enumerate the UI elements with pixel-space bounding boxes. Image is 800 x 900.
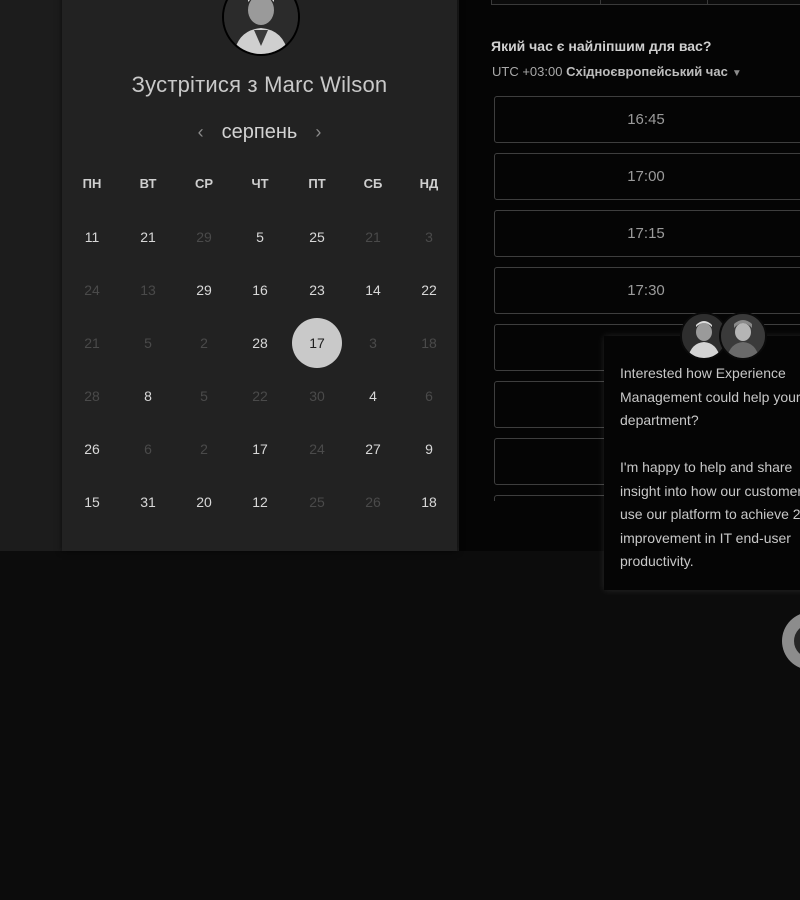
calendar-day[interactable]: 17 <box>235 424 285 474</box>
calendar-day[interactable]: 31 <box>123 477 173 527</box>
timezone-selector[interactable]: UTC +03:00 Східноєвропейський час ▼ <box>492 64 742 79</box>
calendar-day[interactable]: 23 <box>292 265 342 315</box>
calendar-day: 13 <box>140 282 156 298</box>
time-slot-label: 17:00 <box>627 168 665 185</box>
calendar-day: 5 <box>144 335 152 351</box>
tab-3[interactable] <box>707 0 800 5</box>
calendar-day[interactable]: 14 <box>348 265 398 315</box>
weekday-label: ПТ <box>308 176 326 191</box>
weekday-label: НД <box>419 176 439 191</box>
calendar-day: 6 <box>425 388 433 404</box>
time-slot-button[interactable]: 17:30 <box>494 267 800 314</box>
weekday-label: СР <box>194 176 214 191</box>
calendar-day: 6 <box>144 441 152 457</box>
calendar-day: 2 <box>200 335 208 351</box>
chat-launcher-button[interactable] <box>782 612 800 670</box>
chat-message: Interested how Experience Management cou… <box>620 365 800 569</box>
calendar-day[interactable]: 5 <box>235 212 285 262</box>
calendar-day: 28 <box>84 388 100 404</box>
calendar-day[interactable]: 18 <box>404 477 454 527</box>
meeting-title: Зустрітися з Marc Wilson <box>131 72 388 97</box>
agent-avatar-2 <box>719 312 767 360</box>
calendar-day: 21 <box>84 335 100 351</box>
calendar-day: 30 <box>309 388 325 404</box>
timezone-offset: UTC +03:00 <box>492 64 567 79</box>
calendar-day: 3 <box>369 335 377 351</box>
tab-1[interactable] <box>491 0 602 5</box>
calendar-day: 24 <box>84 282 100 298</box>
time-slot-button[interactable]: 16:45 <box>494 96 800 143</box>
calendar-day[interactable]: 28 <box>235 318 285 368</box>
calendar-day: 3 <box>425 229 433 245</box>
calendar-day[interactable]: 26 <box>67 424 117 474</box>
calendar-day[interactable]: 4 <box>348 371 398 421</box>
time-question: Який час є найліпшим для вас? <box>491 38 712 54</box>
calendar-day[interactable]: 16 <box>235 265 285 315</box>
calendar-day: 21 <box>365 229 381 245</box>
timezone-name: Східноєвропейський час <box>566 64 728 79</box>
calendar-day-selected[interactable]: 17 <box>292 318 342 368</box>
weekday-header: ПН ВТ СР ЧТ ПТ СБ НД <box>62 176 457 194</box>
weekday-label: ВТ <box>139 176 157 191</box>
calendar-day[interactable]: 22 <box>404 265 454 315</box>
calendar-day: 25 <box>309 494 325 510</box>
calendar-day: 2 <box>200 441 208 457</box>
month-label: серпень <box>221 120 298 143</box>
calendar-day[interactable]: 12 <box>235 477 285 527</box>
calendar-day: 22 <box>252 388 268 404</box>
calendar-day: 24 <box>309 441 325 457</box>
calendar-day[interactable]: 21 <box>123 212 173 262</box>
chevron-right-icon[interactable]: › <box>311 122 325 143</box>
time-slot-label: 16:45 <box>627 111 665 128</box>
weekday-label: ПН <box>82 176 102 191</box>
time-slot-label: 17:30 <box>627 282 665 299</box>
calendar-day[interactable]: 27 <box>348 424 398 474</box>
tab-row <box>491 0 800 5</box>
weekday-label: ЧТ <box>251 176 269 191</box>
calendar-day: 26 <box>365 494 381 510</box>
caret-down-icon: ▼ <box>731 68 742 79</box>
calendar-day[interactable]: 8 <box>123 371 173 421</box>
calendar-day[interactable]: 11 <box>67 212 117 262</box>
calendar-day[interactable]: 15 <box>67 477 117 527</box>
weekday-label: СБ <box>363 176 383 191</box>
time-slot-button[interactable]: 17:15 <box>494 210 800 257</box>
month-navigation: ‹ серпень › <box>62 118 457 146</box>
agent-avatar-2-icon <box>721 314 765 358</box>
calendar-day[interactable]: 25 <box>292 212 342 262</box>
calendar-day[interactable]: 9 <box>404 424 454 474</box>
time-slot-label: 17:15 <box>627 225 665 242</box>
host-avatar-icon <box>224 0 298 54</box>
calendar-day: 5 <box>200 388 208 404</box>
chat-launcher-icon <box>794 624 800 658</box>
calendar-day[interactable]: 29 <box>179 265 229 315</box>
calendar-day: 18 <box>421 335 437 351</box>
time-slot-button[interactable]: 17:00 <box>494 153 800 200</box>
tab-2[interactable] <box>600 0 709 5</box>
calendar-day[interactable]: 20 <box>179 477 229 527</box>
calendar-day: 29 <box>196 229 212 245</box>
chevron-left-icon[interactable]: ‹ <box>194 122 208 143</box>
